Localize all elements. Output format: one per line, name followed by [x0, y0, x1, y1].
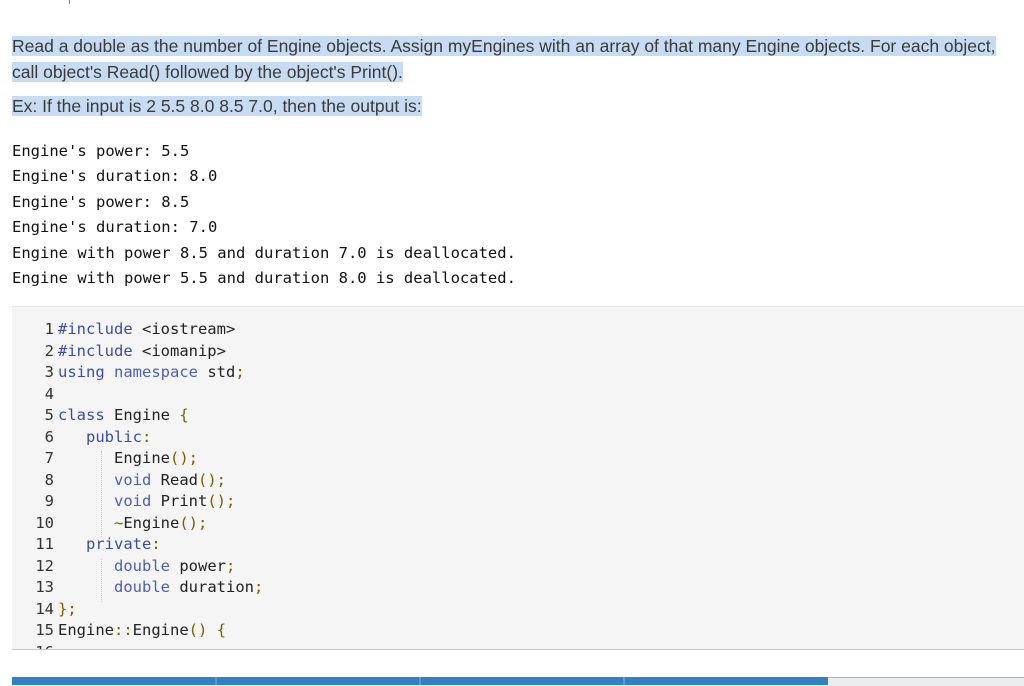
- code-line[interactable]: 3 using namespace std;: [12, 362, 263, 384]
- line-number: 8: [44, 470, 54, 489]
- code-line[interactable]: 15 Engine::Engine() {: [12, 620, 263, 642]
- toolbar-separator: [419, 677, 421, 685]
- code-text[interactable]: public:: [58, 428, 151, 446]
- toolbar-separator: [623, 677, 625, 685]
- example-line: Ex: If the input is 2 5.5 8.0 8.5 7.0, t…: [12, 96, 422, 116]
- line-number: 14: [35, 599, 54, 618]
- code-line[interactable]: 16: [12, 642, 263, 650]
- code-line[interactable]: 10 ~Engine();: [12, 513, 263, 535]
- code-text[interactable]: using namespace std;: [58, 363, 245, 381]
- code-text[interactable]: double power;: [58, 557, 235, 575]
- line-number: 3: [44, 363, 54, 381]
- output-line: Engine's duration: 7.0: [12, 218, 218, 237]
- code-text[interactable]: class Engine {: [58, 406, 189, 424]
- output-line: Engine's power: 8.5: [12, 192, 190, 211]
- code-line[interactable]: 5 class Engine {: [12, 405, 263, 427]
- output-line: Engine with power 5.5 and duration 8.0 i…: [12, 269, 516, 288]
- code-text[interactable]: void Print();: [58, 492, 235, 510]
- top-divider-tick: [69, 0, 70, 4]
- output-line: Engine's duration: 8.0: [12, 167, 218, 186]
- output-line: Engine with power 8.5 and duration 7.0 i…: [12, 243, 516, 262]
- code-line[interactable]: 13 double duration;: [12, 577, 263, 599]
- code-line[interactable]: 9 void Print();: [12, 491, 263, 513]
- toolbar-separator: [215, 677, 217, 685]
- code-lines[interactable]: 1 #include <iostream> 2 #include <iomanip> 3…: [12, 319, 263, 650]
- code-line[interactable]: 14};: [12, 599, 263, 621]
- code-text[interactable]: Engine();: [58, 449, 198, 467]
- code-text[interactable]: private:: [58, 535, 161, 553]
- code-line[interactable]: 12 double power;: [12, 556, 263, 578]
- line-number: 10: [35, 513, 54, 532]
- line-number: 15: [35, 621, 54, 639]
- prompt-text: Read a double as the number of Engine ob…: [12, 33, 1012, 85]
- code-text[interactable]: #include <iostream>: [58, 320, 235, 338]
- code-text[interactable]: Engine::Engine() {: [58, 621, 226, 639]
- expected-output: Engine's power: 5.5 Engine's duration: 8…: [12, 139, 516, 291]
- code-line[interactable]: 11 private:: [12, 534, 263, 556]
- code-text[interactable]: #include <iomanip>: [58, 342, 226, 360]
- code-editor[interactable]: 1 #include <iostream> 2 #include <iomanip> 3…: [12, 306, 1024, 650]
- line-number: 16: [12, 642, 58, 650]
- example-text: Ex: If the input is 2 5.5 8.0 8.5 7.0, t…: [12, 93, 422, 119]
- output-line: Engine's power: 5.5: [12, 142, 190, 160]
- line-number: 12: [35, 556, 54, 575]
- code-line[interactable]: 6 public:: [12, 427, 263, 449]
- code-text[interactable]: double duration;: [58, 578, 263, 596]
- code-line[interactable]: 8 void Read();: [12, 470, 263, 492]
- line-number: 7: [44, 449, 54, 467]
- line-number: 6: [44, 427, 54, 446]
- code-text[interactable]: ~Engine();: [58, 514, 207, 532]
- code-text[interactable]: };: [58, 600, 77, 618]
- prompt-line-2: call object's Read() followed by the obj…: [12, 62, 403, 82]
- line-number: 2: [44, 341, 54, 360]
- code-text[interactable]: void Read();: [58, 471, 226, 489]
- line-number: 11: [35, 535, 54, 553]
- code-line[interactable]: 7 Engine();: [12, 448, 263, 470]
- line-number: 4: [44, 384, 54, 403]
- line-number: 1: [44, 320, 54, 338]
- line-number: 5: [44, 406, 54, 424]
- code-line[interactable]: 2 #include <iomanip>: [12, 341, 263, 363]
- line-number: 9: [44, 492, 54, 510]
- code-line[interactable]: 4: [12, 384, 263, 406]
- code-line[interactable]: 1 #include <iostream>: [12, 319, 263, 341]
- line-number: 13: [35, 578, 54, 596]
- prompt-line-1: Read a double as the number of Engine ob…: [12, 36, 996, 56]
